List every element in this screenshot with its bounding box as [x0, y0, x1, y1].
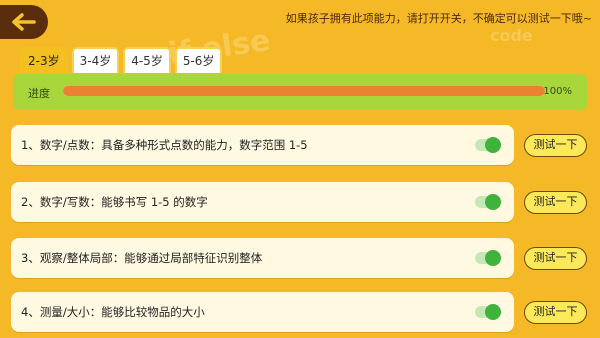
toggle-knob	[485, 304, 501, 320]
ability-toggle[interactable]	[475, 194, 501, 210]
progress-label: 进度	[28, 87, 50, 100]
ability-item-3: 3、观察/整体局部：能够通过局部特征识别整体	[11, 238, 514, 278]
tab-age-2-3[interactable]: 2-3岁	[20, 47, 68, 73]
progress-fill	[63, 86, 545, 96]
test-button[interactable]: 测试一下	[524, 191, 587, 214]
test-button[interactable]: 测试一下	[524, 301, 587, 324]
progress-panel: 进度 100%	[13, 74, 587, 110]
ability-item-4: 4、测量/大小：能够比较物品的大小	[11, 292, 514, 332]
toggle-knob	[485, 194, 501, 210]
toggle-knob	[485, 137, 501, 153]
ability-item-2: 2、数字/写数：能够书写 1-5 的数字	[11, 182, 514, 222]
arrow-left-icon	[12, 13, 36, 31]
ability-item-text: 3、观察/整体局部：能够通过局部特征识别整体	[21, 251, 263, 265]
ability-toggle[interactable]	[475, 304, 501, 320]
ability-item-1: 1、数字/点数：具备多种形式点数的能力，数字范围 1-5	[11, 125, 514, 165]
tab-age-4-5[interactable]: 4-5岁	[123, 47, 171, 73]
test-button[interactable]: 测试一下	[524, 247, 587, 270]
tab-age-3-4[interactable]: 3-4岁	[71, 47, 120, 73]
ability-toggle[interactable]	[475, 250, 501, 266]
ability-item-text: 1、数字/点数：具备多种形式点数的能力，数字范围 1-5	[21, 138, 308, 152]
tab-age-5-6[interactable]: 5-6岁	[174, 47, 223, 73]
progress-percent: 100%	[543, 86, 572, 97]
toggle-knob	[485, 250, 501, 266]
test-button[interactable]: 测试一下	[524, 134, 587, 157]
hint-text: 如果孩子拥有此项能力，请打开开关，不确定可以测试一下哦~	[285, 12, 592, 25]
ability-item-text: 4、测量/大小：能够比较物品的大小	[21, 305, 205, 319]
ability-item-text: 2、数字/写数：能够书写 1-5 的数字	[21, 195, 208, 209]
ability-toggle[interactable]	[475, 137, 501, 153]
progress-bar	[63, 86, 545, 96]
back-button[interactable]	[0, 5, 48, 39]
background-text-code: code	[490, 26, 533, 45]
age-tabs: 2-3岁 3-4岁 4-5岁 5-6岁	[20, 47, 223, 73]
